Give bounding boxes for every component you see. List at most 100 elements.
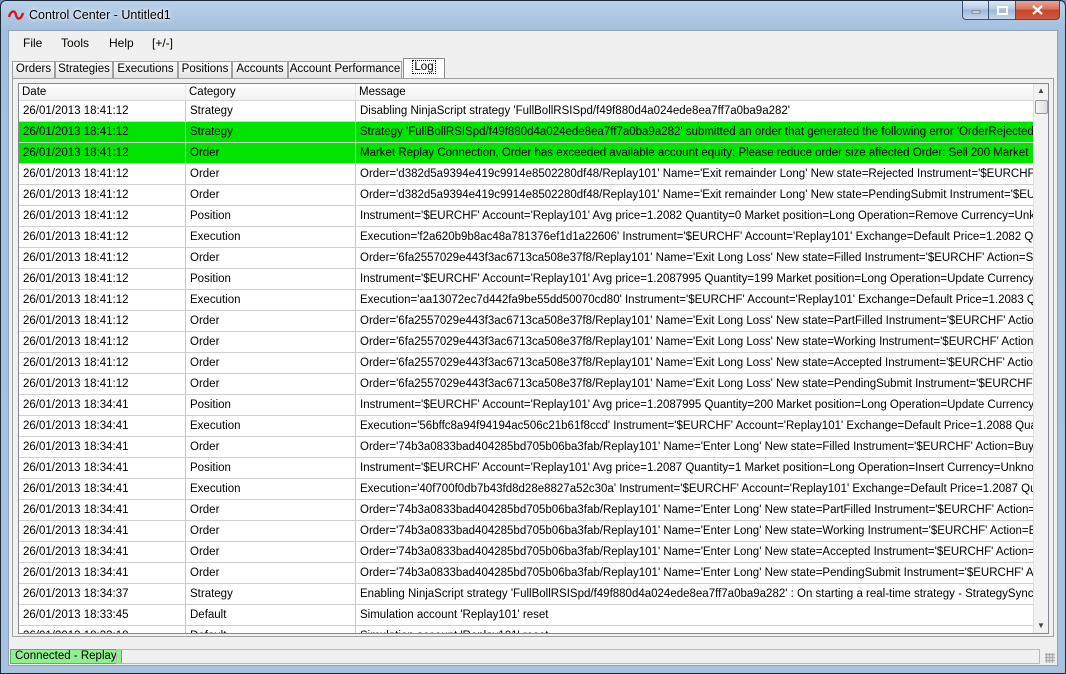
tab-strategies[interactable]: Strategies xyxy=(55,61,113,78)
log-row[interactable]: 26/01/2013 18:41:12 Order Order='d382d5a93… xyxy=(19,164,1035,185)
log-category-cell: Order xyxy=(186,521,356,541)
title-bar[interactable]: Control Center - Untitled1 xyxy=(1,1,1065,29)
close-button[interactable] xyxy=(1016,1,1060,20)
log-message-cell: Market Replay Connection, Order has exce… xyxy=(360,147,1029,159)
log-grid: Date Category Message 26/01/2013 18:41:1… xyxy=(18,83,1049,634)
scroll-thumb[interactable] xyxy=(1035,100,1048,114)
tab-positions[interactable]: Positions xyxy=(178,61,232,78)
log-date-cell: 26/01/2013 18:41:12 xyxy=(19,206,186,226)
log-date-cell: 26/01/2013 18:34:37 xyxy=(19,584,186,604)
log-row[interactable]: 26/01/2013 18:34:37 Strategy Enabling Ninj… xyxy=(19,584,1035,605)
log-date-cell: 26/01/2013 18:41:12 xyxy=(19,353,186,373)
status-bar: Connected - Replay xyxy=(9,648,1057,665)
log-row[interactable]: 26/01/2013 18:34:41 Order Order='74b3a0833… xyxy=(19,521,1035,542)
log-message-cell: Order='6fa2557029e443f3ac6713ca508e37f8/… xyxy=(360,357,1035,369)
log-category-cell: Order xyxy=(186,542,356,562)
log-date-cell: 26/01/2013 18:41:12 xyxy=(19,269,186,289)
log-row[interactable]: 26/01/2013 18:41:12 Execution Execution='f… xyxy=(19,227,1035,248)
log-row[interactable]: 26/01/2013 18:41:12 Position Instrument='$… xyxy=(19,269,1035,290)
column-header-message[interactable]: Message xyxy=(356,84,1035,100)
window-title: Control Center - Untitled1 xyxy=(29,8,171,22)
tab-orders[interactable]: Orders xyxy=(12,61,55,78)
minimize-button[interactable] xyxy=(962,1,989,20)
log-row[interactable]: 26/01/2013 18:41:12 Order Order='6fa255702… xyxy=(19,353,1035,374)
control-center-window: Control Center - Untitled1 File Tools He… xyxy=(0,0,1066,674)
scroll-up-icon[interactable]: ▲ xyxy=(1034,84,1048,98)
log-category-cell: Order xyxy=(186,143,356,163)
log-row[interactable]: 26/01/2013 18:34:41 Order Order='74b3a0833… xyxy=(19,437,1035,458)
log-row-error[interactable]: 26/01/2013 18:41:12 Strategy Strategy 'Ful… xyxy=(19,122,1035,143)
menu-help[interactable]: Help xyxy=(109,36,134,50)
menu-tools[interactable]: Tools xyxy=(61,36,89,50)
log-category-cell: Strategy xyxy=(186,122,356,142)
log-category-cell: Order xyxy=(186,500,356,520)
log-row[interactable]: 26/01/2013 18:41:12 Order Order='6fa255702… xyxy=(19,332,1035,353)
log-row[interactable]: 26/01/2013 18:41:12 Order Order='6fa255702… xyxy=(19,248,1035,269)
log-category-cell: Default xyxy=(186,626,356,633)
log-category-cell: Order xyxy=(186,332,356,352)
log-date-cell: 26/01/2013 18:41:12 xyxy=(19,311,186,331)
log-row-error[interactable]: 26/01/2013 18:41:12 Order Market Replay Co… xyxy=(19,143,1035,164)
resize-grip-icon[interactable] xyxy=(1045,653,1055,663)
log-date-cell: 26/01/2013 18:41:12 xyxy=(19,290,186,310)
log-date-cell: 26/01/2013 18:34:41 xyxy=(19,542,186,562)
log-message-cell: Execution='f2a620b9b8ac48a781376ef1d1a22… xyxy=(360,231,1034,243)
log-row[interactable]: 26/01/2013 18:33:18DefaultSimulation acc… xyxy=(19,626,1035,633)
log-message-cell: Order='74b3a0833bad404285bd705b06ba3fab/… xyxy=(360,441,1034,453)
scroll-down-icon[interactable]: ▼ xyxy=(1034,619,1048,633)
maximize-button[interactable] xyxy=(989,1,1016,20)
log-message-cell: Order='d382d5a9394e419c9914e8502280df48/… xyxy=(360,168,1035,180)
log-row[interactable]: 26/01/2013 18:34:41 Order Order='74b3a0833… xyxy=(19,542,1035,563)
connection-status: Connected - Replay xyxy=(10,649,122,664)
log-date-cell: 26/01/2013 18:41:12 xyxy=(19,185,186,205)
column-header-date[interactable]: Date xyxy=(19,84,186,100)
tab-executions[interactable]: Executions xyxy=(113,61,178,78)
log-message-cell: Instrument='$EURCHF' Account='Replay101'… xyxy=(360,273,1035,285)
log-row[interactable]: 26/01/2013 18:41:12 Execution Execution='a… xyxy=(19,290,1035,311)
log-date-cell: 26/01/2013 18:33:18 xyxy=(19,626,186,633)
log-message-cell: Order='6fa2557029e443f3ac6713ca508e37f8/… xyxy=(360,378,1035,390)
log-message-cell: Order='6fa2557029e443f3ac6713ca508e37f8/… xyxy=(360,336,1034,348)
menu-toggle[interactable]: [+/-] xyxy=(152,36,173,50)
log-row[interactable]: 26/01/2013 18:33:45 Default Simulation acc… xyxy=(19,605,1035,626)
log-category-cell: Position xyxy=(186,269,356,289)
tab-log[interactable]: Log xyxy=(403,58,445,78)
log-row[interactable]: 26/01/2013 18:34:41 Order Order='74b3a0833… xyxy=(19,500,1035,521)
log-date-cell: 26/01/2013 18:41:12 xyxy=(19,101,186,121)
log-date-cell: 26/01/2013 18:41:12 xyxy=(19,332,186,352)
vertical-scrollbar[interactable]: ▲ ▼ xyxy=(1033,84,1048,633)
log-message-cell: Order='6fa2557029e443f3ac6713ca508e37f8/… xyxy=(360,252,1034,264)
log-row[interactable]: 26/01/2013 18:34:41 Order Order='74b3a0833… xyxy=(19,563,1035,584)
log-category-cell: Strategy xyxy=(186,584,356,604)
log-row[interactable]: 26/01/2013 18:34:41 Execution Execution='5… xyxy=(19,416,1035,437)
tab-account-performance[interactable]: Account Performance xyxy=(288,61,402,78)
log-category-cell: Execution xyxy=(186,290,356,310)
log-row[interactable]: 26/01/2013 18:34:41 Execution Execution='4… xyxy=(19,479,1035,500)
log-row[interactable]: 26/01/2013 18:41:12 Order Order='6fa255702… xyxy=(19,311,1035,332)
log-date-cell: 26/01/2013 18:34:41 xyxy=(19,563,186,583)
log-date-cell: 26/01/2013 18:34:41 xyxy=(19,479,186,499)
log-date-cell: 26/01/2013 18:41:12 xyxy=(19,122,186,142)
column-header-category[interactable]: Category xyxy=(186,84,356,100)
menu-file[interactable]: File xyxy=(23,36,42,50)
grid-header: Date Category Message xyxy=(19,84,1035,101)
log-message-cell: Order='74b3a0833bad404285bd705b06ba3fab/… xyxy=(360,504,1035,516)
log-category-cell: Order xyxy=(186,353,356,373)
log-row[interactable]: 26/01/2013 18:41:12 Strategy Disabling Nin… xyxy=(19,101,1035,122)
tab-accounts[interactable]: Accounts xyxy=(232,61,288,78)
log-message-cell: Order='74b3a0833bad404285bd705b06ba3fab/… xyxy=(360,567,1035,579)
log-date-cell: 26/01/2013 18:41:12 xyxy=(19,374,186,394)
log-category-cell: Execution xyxy=(186,479,356,499)
log-row[interactable]: 26/01/2013 18:34:41 Position Instrument='$… xyxy=(19,458,1035,479)
log-date-cell: 26/01/2013 18:41:12 xyxy=(19,143,186,163)
log-category-cell: Execution xyxy=(186,416,356,436)
log-date-cell: 26/01/2013 18:34:41 xyxy=(19,416,186,436)
log-message-cell: Instrument='$EURCHF' Account='Replay101'… xyxy=(360,399,1035,411)
log-row[interactable]: 26/01/2013 18:34:41 Position Instrument='$… xyxy=(19,395,1035,416)
log-row[interactable]: 26/01/2013 18:41:12 Position Instrument='$… xyxy=(19,206,1035,227)
log-row[interactable]: 26/01/2013 18:41:12 Order Order='d382d5a93… xyxy=(19,185,1035,206)
log-row[interactable]: 26/01/2013 18:41:12 Order Order='6fa255702… xyxy=(19,374,1035,395)
tab-log-label: Log xyxy=(412,60,436,74)
log-message-cell: Order='74b3a0833bad404285bd705b06ba3fab/… xyxy=(360,546,1035,558)
log-category-cell: Position xyxy=(186,458,356,478)
